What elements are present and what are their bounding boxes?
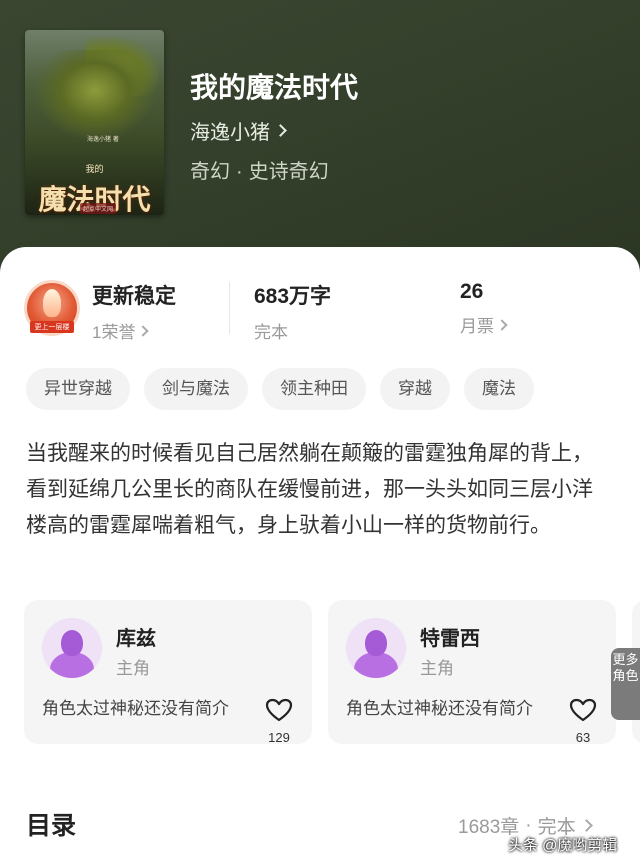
chevron-right-icon	[496, 318, 508, 331]
book-cover[interactable]: 海逸小猪 著 我的 魔法时代 起点中文网	[25, 30, 164, 215]
cover-small-title: 我的	[85, 165, 104, 175]
chevron-right-icon	[579, 819, 593, 832]
cover-art-dragon	[35, 50, 155, 140]
medal-ribbon: 更上一层楼	[30, 321, 74, 333]
heart-icon	[265, 698, 293, 722]
author-name: 海逸小猪	[190, 122, 270, 144]
stat-update[interactable]: 更新稳定 1荣誉	[92, 280, 176, 343]
more-roles-button[interactable]: 更多角色	[611, 648, 640, 720]
heart-icon	[569, 698, 597, 722]
stat-update-main: 更新稳定	[92, 285, 176, 308]
stat-words-sub: 完本	[254, 318, 331, 343]
stat-tickets-main: 26	[460, 280, 484, 303]
flame-icon	[43, 289, 61, 317]
genre-secondary: 史诗奇幻	[248, 161, 329, 183]
tag-chip[interactable]: 异世穿越	[26, 368, 130, 410]
character-desc: 角色太过神秘还没有简介	[42, 699, 229, 718]
author-link[interactable]: 海逸小猪	[190, 116, 287, 145]
stat-update-sub-label: 1荣誉	[92, 323, 136, 342]
stat-update-sub: 1荣誉	[92, 318, 176, 343]
divider	[229, 282, 230, 334]
character-desc: 角色太过神秘还没有简介	[346, 699, 533, 718]
tag-list: 异世穿越 剑与魔法 领主种田 穿越 魔法	[26, 368, 534, 410]
character-avatar	[42, 618, 102, 678]
character-role: 主角	[420, 659, 454, 678]
stat-words-sub-label: 完本	[254, 323, 288, 342]
stat-tickets[interactable]: 26 月票	[460, 280, 508, 337]
cover-publisher: 起点中文网	[80, 203, 117, 214]
stat-tickets-sub: 月票	[460, 312, 508, 337]
character-avatar	[346, 618, 406, 678]
tag-chip[interactable]: 魔法	[464, 368, 534, 410]
cover-author: 海逸小猪 著	[87, 136, 119, 143]
avatar-head	[365, 630, 387, 656]
stat-tickets-sub-label: 月票	[460, 317, 494, 336]
chevron-right-icon	[137, 324, 150, 337]
avatar-head	[61, 630, 83, 656]
like-count: 129	[268, 730, 290, 745]
honor-medal-icon[interactable]: 更上一层楼	[24, 280, 80, 336]
book-description[interactable]: 当我醒来的时候看见自己居然躺在颠簸的雷霆独角犀的背上，看到延绵几公里长的商队在缓…	[26, 436, 606, 544]
character-card[interactable]: 特雷西 主角 角色太过神秘还没有简介 63	[328, 600, 616, 745]
tag-chip[interactable]: 领主种田	[262, 368, 366, 410]
genre-primary: 奇幻	[190, 161, 230, 183]
genre-separator: ·	[236, 161, 243, 183]
watermark: 头条 @魔哟剪辑	[508, 837, 618, 854]
genre-line: 奇幻 · 史诗奇幻	[190, 155, 329, 184]
character-role: 主角	[116, 659, 150, 678]
stat-words-main: 683万字	[254, 285, 332, 308]
like-count: 63	[575, 730, 591, 745]
character-card[interactable]: 库兹 主角 角色太过神秘还没有简介 129	[24, 600, 312, 745]
stat-words: 683万字 完本	[254, 280, 331, 343]
toc-title: 目录	[26, 812, 77, 840]
tag-chip[interactable]: 剑与魔法	[144, 368, 248, 410]
character-name: 库兹	[116, 628, 156, 650]
like-button[interactable]: 129	[262, 698, 296, 745]
tag-chip[interactable]: 穿越	[380, 368, 450, 410]
chevron-right-icon	[274, 124, 287, 137]
character-name: 特雷西	[420, 628, 480, 650]
like-button[interactable]: 63	[566, 698, 600, 745]
book-title: 我的魔法时代	[190, 72, 359, 103]
